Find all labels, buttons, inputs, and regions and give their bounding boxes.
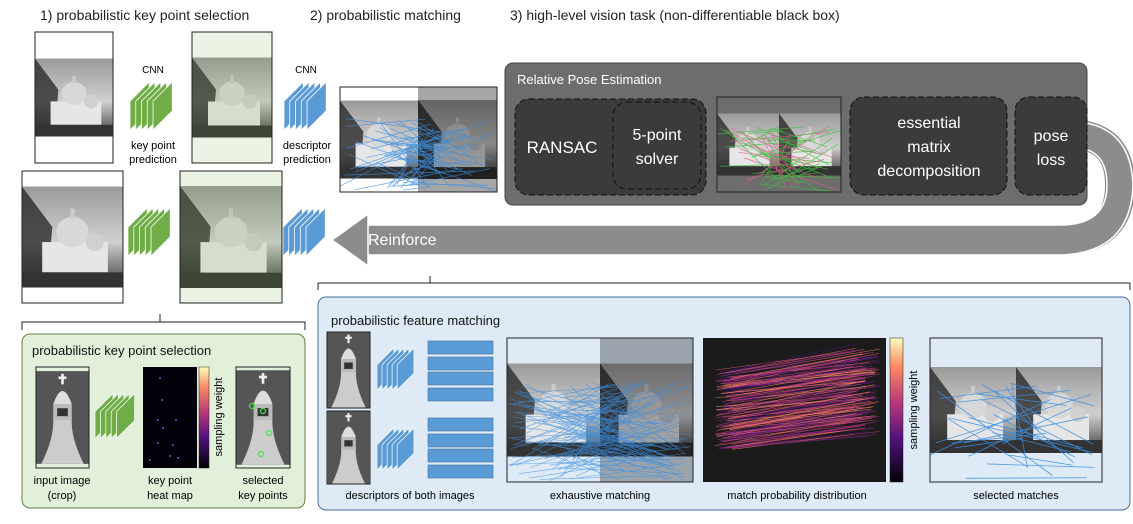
heat-dot [157,442,159,444]
descriptor-bar [428,434,493,447]
matching-colorbar [890,338,903,482]
descriptor-bar [428,418,493,431]
decomposition-label-3: decomposition [877,163,980,180]
crop-caption-1: input image [34,475,91,487]
keypoint-caption-1: key point [131,140,175,152]
heat-dot [149,459,151,461]
solver-box [613,102,701,189]
keypoint-heatmap [143,367,197,468]
crop-caption-2: (crop) [48,490,77,502]
descriptor-cnn-icon-2 [283,208,325,256]
heading-matching: 2) probabilistic matching [310,7,461,23]
heat-dot [172,444,174,446]
descriptor-bar [428,372,493,385]
keypoint-image-2 [180,171,282,303]
heat-dot [157,419,159,421]
input-image-1 [35,32,113,163]
decomposition-label-2: matrix [907,139,951,156]
keypoint-cnn-icon [130,82,172,130]
input-image-2 [22,171,123,303]
match-line [966,478,1087,479]
keypoint-panel-title: probabilistic key point selection [32,343,211,358]
keypoint-colorbar-label: sampling weight [213,378,225,457]
descriptor-bar [428,465,493,478]
keypoint-brace [22,314,305,330]
ransac-label: RANSAC [527,138,598,157]
matching-colorbar-label: sampling weight [908,371,920,450]
descriptor-bar [428,449,493,462]
heat-dot [162,427,164,429]
keypoint-colorbar [199,367,209,468]
keypoint-cnn-icon-2 [128,208,170,256]
selected-matches-caption: selected matches [973,490,1059,502]
reinforce-arrowhead-icon [332,214,368,266]
heat-dot [175,419,177,421]
reinforce-label: Reinforce [368,232,437,249]
descriptor-crop-1 [327,332,370,408]
relative-pose-title: Relative Pose Estimation [517,72,662,87]
matching-brace [318,276,1130,290]
selected-caption-2: key points [238,490,288,502]
descriptor-caption-1: descriptor [283,140,332,152]
solver-label-2: solver [636,151,679,168]
heat-dot [169,455,171,457]
distribution-caption: match probability distribution [727,490,866,502]
heat-dot [177,457,179,459]
heatmap-caption-1: key point [148,475,192,487]
descriptor-crop-2 [327,411,370,484]
pose-loss-label-2: loss [1037,152,1065,169]
matching-image [340,87,497,192]
cnn-label-keypoint: CNN [142,65,164,76]
descriptor-caption-2: prediction [283,154,331,166]
descriptor-bar [428,357,493,370]
heat-dot [161,399,163,401]
heading-vision-task: 3) high-level vision task (non-different… [510,7,840,23]
matching-panel-title: probabilistic feature matching [331,313,500,328]
pose-loss-label-1: pose [1034,128,1069,145]
match-probability-plot [703,338,886,482]
keypoint-caption-2: prediction [129,154,177,166]
pipeline-diagram: 1) probabilistic key point selection 2) … [0,0,1133,519]
descriptors-caption: descriptors of both images [345,490,475,502]
heatmap-caption-2: heat map [147,490,193,502]
heat-dot [159,377,161,379]
selected-caption-1: selected [243,475,284,487]
cnn-label-descriptor: CNN [295,65,317,76]
heading-keypoint-selection: 1) probabilistic key point selection [40,7,249,23]
descriptor-bar [428,388,493,401]
decomposition-label-1: essential [897,115,960,132]
keypoint-image-1 [192,32,272,163]
descriptor-cnn-icon [284,82,326,130]
exhaustive-caption: exhaustive matching [550,490,650,502]
selected-keypoints-image [236,367,290,468]
solver-label-1: 5-point [633,127,682,144]
pose-loss-box [1015,97,1087,195]
descriptor-bar [428,341,493,354]
crop-input-image [36,367,89,468]
